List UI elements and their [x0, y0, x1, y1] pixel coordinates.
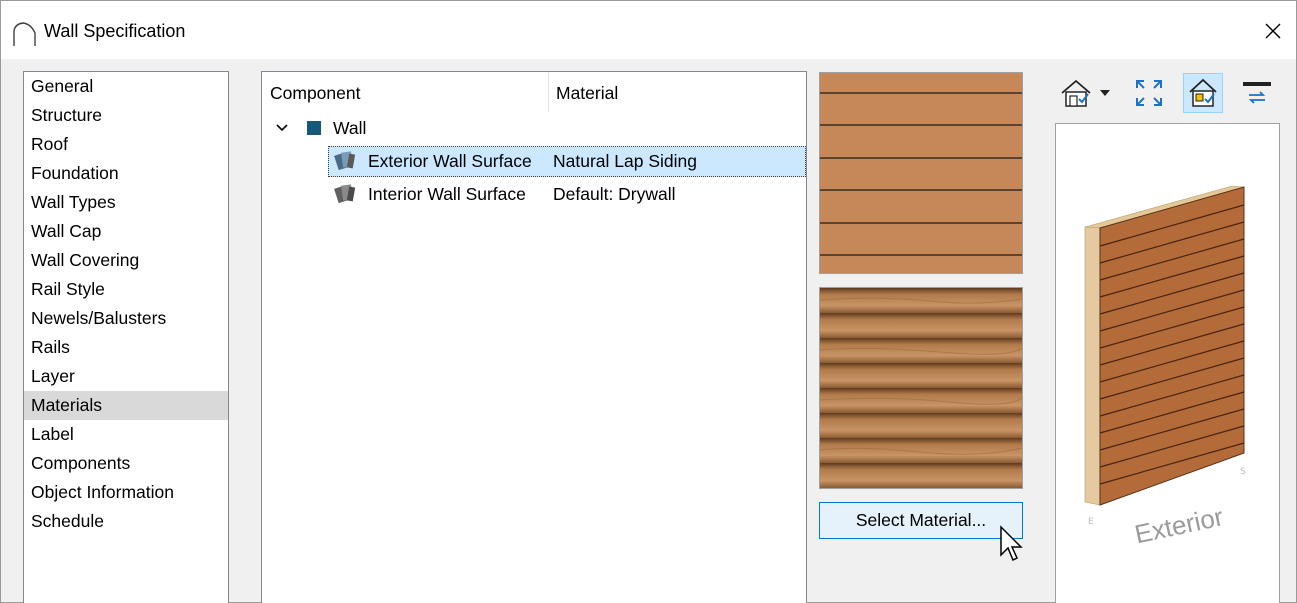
wall-direction-button[interactable] [1237, 73, 1277, 113]
nav-item-roof[interactable]: Roof [24, 130, 228, 159]
fit-view-button[interactable] [1131, 73, 1167, 113]
material-name[interactable]: Default: Drywall [553, 179, 676, 209]
close-button[interactable] [1250, 9, 1296, 53]
wall-3d-preview[interactable]: E S Exterior [1055, 123, 1280, 603]
preview-toolbar [1057, 73, 1287, 117]
interior-exterior-toggle[interactable] [1183, 73, 1223, 113]
material-name[interactable]: Natural Lap Siding [553, 146, 697, 176]
nav-item-foundation[interactable]: Foundation [24, 159, 228, 188]
wall-direction-icon [1243, 82, 1271, 104]
house-view-icon [1061, 79, 1091, 107]
nav-item-rails[interactable]: Rails [24, 333, 228, 362]
nav-item-object-information[interactable]: Object Information [24, 478, 228, 507]
nav-item-rail-style[interactable]: Rail Style [24, 275, 228, 304]
lap-siding-lines [820, 92, 1022, 256]
wall-specification-dialog: Wall Specification General Structure Roo… [0, 0, 1297, 603]
nav-item-schedule[interactable]: Schedule [24, 507, 228, 536]
wall-color-swatch [307, 121, 321, 135]
grid-header: Component Material [262, 72, 806, 112]
group-label: Wall [333, 118, 367, 138]
nav-item-components[interactable]: Components [24, 449, 228, 478]
nav-item-wall-cap[interactable]: Wall Cap [24, 217, 228, 246]
table-row-exterior-wall-surface[interactable]: Exterior Wall Surface Natural Lap Siding [328, 146, 806, 176]
close-icon [1265, 23, 1281, 39]
nav-item-wall-covering[interactable]: Wall Covering [24, 246, 228, 275]
mouse-cursor-icon [1000, 525, 1023, 562]
nav-item-structure[interactable]: Structure [24, 101, 228, 130]
view-dropdown-button[interactable] [1097, 73, 1113, 113]
svg-text:E: E [1088, 517, 1094, 527]
column-header-component[interactable]: Component [262, 72, 360, 112]
fit-view-icon [1136, 80, 1162, 106]
material-texture-swatch [819, 287, 1023, 489]
chevron-down-icon[interactable] [274, 120, 290, 136]
material-color-swatch [819, 72, 1023, 274]
component-name: Interior Wall Surface [368, 184, 526, 204]
nav-item-wall-types[interactable]: Wall Types [24, 188, 228, 217]
svg-text:S: S [1240, 467, 1246, 477]
component-material-grid: Component Material Wall Exterior Wall Su… [261, 71, 807, 603]
nav-item-layer[interactable]: Layer [24, 362, 228, 391]
interior-exterior-icon [1189, 78, 1217, 107]
nav-item-materials[interactable]: Materials [24, 391, 228, 420]
dropdown-arrow-icon [1100, 90, 1110, 96]
tree-group-wall[interactable]: Wall [262, 113, 806, 143]
house-view-button[interactable] [1057, 73, 1095, 113]
wood-texture [820, 288, 1022, 488]
nav-item-general[interactable]: General [24, 72, 228, 101]
dialog-title: Wall Specification [44, 21, 186, 41]
app-arch-icon [13, 22, 36, 46]
select-material-button[interactable]: Select Material... [819, 502, 1023, 539]
material-swatches-icon [334, 151, 356, 171]
component-name: Exterior Wall Surface [368, 151, 532, 171]
column-header-material[interactable]: Material [548, 72, 618, 112]
nav-item-newels-balusters[interactable]: Newels/Balusters [24, 304, 228, 333]
nav-item-label[interactable]: Label [24, 420, 228, 449]
material-swatches-icon [334, 184, 356, 204]
table-row-interior-wall-surface[interactable]: Interior Wall Surface Default: Drywall [328, 179, 806, 209]
category-list: General Structure Roof Foundation Wall T… [23, 71, 229, 603]
title-bar: Wall Specification [1, 1, 1296, 59]
